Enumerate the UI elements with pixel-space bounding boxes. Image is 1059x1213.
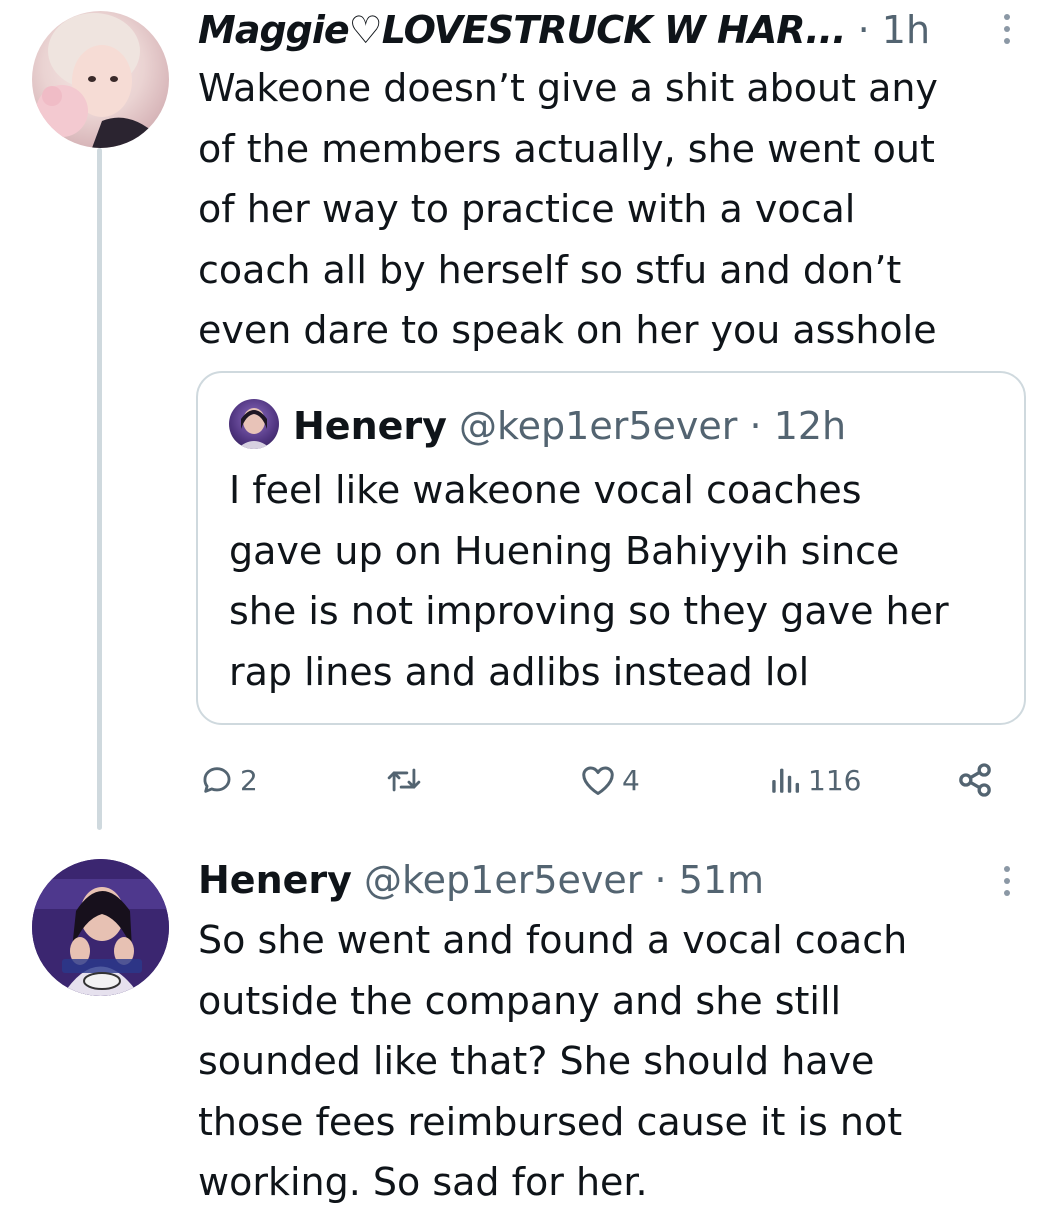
quoted-tweet-header: Henery @kep1er5ever · 12h bbox=[293, 400, 846, 452]
thread-connector-line bbox=[97, 148, 102, 830]
tweet-text-line: working. So sad for her. bbox=[198, 1160, 648, 1204]
tweet-text-line: even dare to speak on her you asshole bbox=[198, 308, 937, 352]
share-icon bbox=[959, 763, 991, 797]
more-icon[interactable] bbox=[997, 14, 1017, 44]
display-name[interactable]: Henery bbox=[198, 858, 352, 902]
tweet-text-line: of the members actually, she went out bbox=[198, 126, 935, 171]
display-name[interactable]: Maggie♡LOVESTRUCK W HAR... bbox=[198, 8, 846, 52]
quoted-tweet-text: I feel like wakeone vocal coaches gave u… bbox=[229, 460, 1019, 702]
quoted-text-line: I feel like wakeone vocal coaches bbox=[229, 468, 862, 512]
tweet-action-bar: 2 4 116 bbox=[0, 755, 1059, 805]
timestamp[interactable]: 1h bbox=[882, 8, 930, 52]
tweet-text-line: Wakeone doesn’t give a shit about any bbox=[198, 66, 938, 110]
quoted-text-line: she is not improving so they gave her bbox=[229, 589, 949, 633]
tweet-text-line: So she went and found a vocal coach bbox=[198, 918, 908, 962]
separator-dot: · bbox=[654, 858, 667, 902]
reply-icon bbox=[203, 767, 231, 793]
quoted-timestamp: 12h bbox=[773, 404, 847, 448]
separator-dot: · bbox=[857, 8, 870, 52]
quoted-text-line: rap lines and adlibs instead lol bbox=[229, 649, 810, 694]
quoted-text-line: gave up on Huening Bahiyyih since bbox=[229, 528, 900, 573]
heart-icon bbox=[582, 766, 614, 795]
tweet-text-line: of her way to practice with a vocal bbox=[198, 187, 856, 231]
handle[interactable]: @kep1er5ever bbox=[364, 858, 642, 902]
quoted-display-name[interactable]: Henery bbox=[293, 404, 447, 448]
like-button[interactable]: 4 bbox=[580, 755, 640, 805]
tweet-text-line: sounded like that? She should have bbox=[198, 1039, 875, 1083]
views-button[interactable]: 116 bbox=[768, 755, 861, 805]
tweet-text-line: outside the company and she still bbox=[198, 978, 842, 1023]
separator-dot: · bbox=[749, 404, 762, 448]
tweet-header: Henery @kep1er5ever · 51m bbox=[198, 854, 764, 906]
view-count: 116 bbox=[808, 763, 862, 797]
share-button[interactable] bbox=[955, 755, 995, 805]
views-icon bbox=[772, 768, 800, 793]
reply-count: 2 bbox=[240, 763, 258, 797]
quoted-avatar bbox=[229, 399, 279, 449]
tweet-header: Maggie♡LOVESTRUCK W HAR... · 1h bbox=[198, 4, 930, 56]
avatar[interactable] bbox=[32, 859, 169, 996]
like-count: 4 bbox=[622, 763, 640, 797]
tweet-text: So she went and found a vocal coach outs… bbox=[198, 910, 1038, 1213]
more-icon[interactable] bbox=[997, 866, 1017, 896]
retweet-icon bbox=[387, 768, 421, 792]
tweet-text-line: those fees reimbursed cause it is not bbox=[198, 1099, 903, 1144]
avatar[interactable] bbox=[32, 11, 169, 148]
reply-button[interactable]: 2 bbox=[200, 755, 258, 805]
retweet-button[interactable] bbox=[385, 755, 429, 805]
timestamp[interactable]: 51m bbox=[679, 858, 764, 902]
tweet-text: Wakeone doesn’t give a shit about any of… bbox=[198, 58, 1038, 361]
quoted-handle[interactable]: @kep1er5ever bbox=[459, 404, 737, 448]
tweet-text-line: coach all by herself so stfu and don’t bbox=[198, 247, 902, 292]
